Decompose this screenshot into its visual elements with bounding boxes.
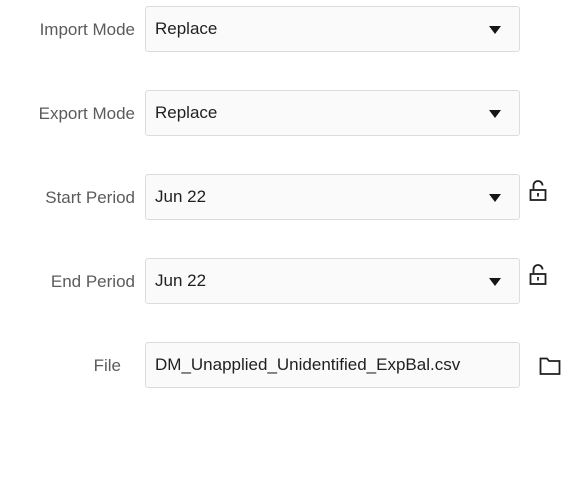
start-period-row: Start Period Jun 22	[0, 174, 562, 222]
file-input[interactable]: DM_Unapplied_Unidentified_ExpBal.csv	[145, 342, 520, 388]
chevron-down-icon[interactable]	[489, 110, 501, 118]
end-period-row: End Period Jun 22	[0, 258, 562, 306]
start-period-label: Start Period	[45, 188, 135, 207]
end-period-value: Jun 22	[155, 271, 207, 290]
unlocked-icon[interactable]	[529, 180, 547, 202]
import-mode-row: Import Mode Replace	[0, 6, 562, 54]
export-mode-select[interactable]: Replace	[145, 90, 520, 136]
import-mode-value: Replace	[155, 19, 218, 38]
file-value: DM_Unapplied_Unidentified_ExpBal.csv	[155, 355, 461, 374]
import-mode-label: Import Mode	[39, 20, 135, 39]
chevron-down-icon[interactable]	[489, 194, 501, 202]
export-mode-row: Export Mode Replace	[0, 90, 562, 138]
export-mode-value: Replace	[155, 103, 218, 122]
end-period-select[interactable]: Jun 22	[145, 258, 520, 304]
start-period-value: Jun 22	[155, 187, 207, 206]
file-row: File DM_Unapplied_Unidentified_ExpBal.cs…	[0, 342, 562, 390]
folder-icon[interactable]	[539, 356, 561, 376]
end-period-label: End Period	[50, 272, 135, 291]
export-mode-label: Export Mode	[38, 104, 135, 123]
chevron-down-icon[interactable]	[489, 26, 501, 34]
chevron-down-icon[interactable]	[489, 278, 501, 286]
import-mode-select[interactable]: Replace	[145, 6, 520, 52]
start-period-select[interactable]: Jun 22	[145, 174, 520, 220]
file-label: File	[93, 356, 121, 375]
integration-options-form: Import Mode Replace Export Mode Replace …	[0, 0, 562, 489]
unlocked-icon[interactable]	[529, 264, 547, 286]
